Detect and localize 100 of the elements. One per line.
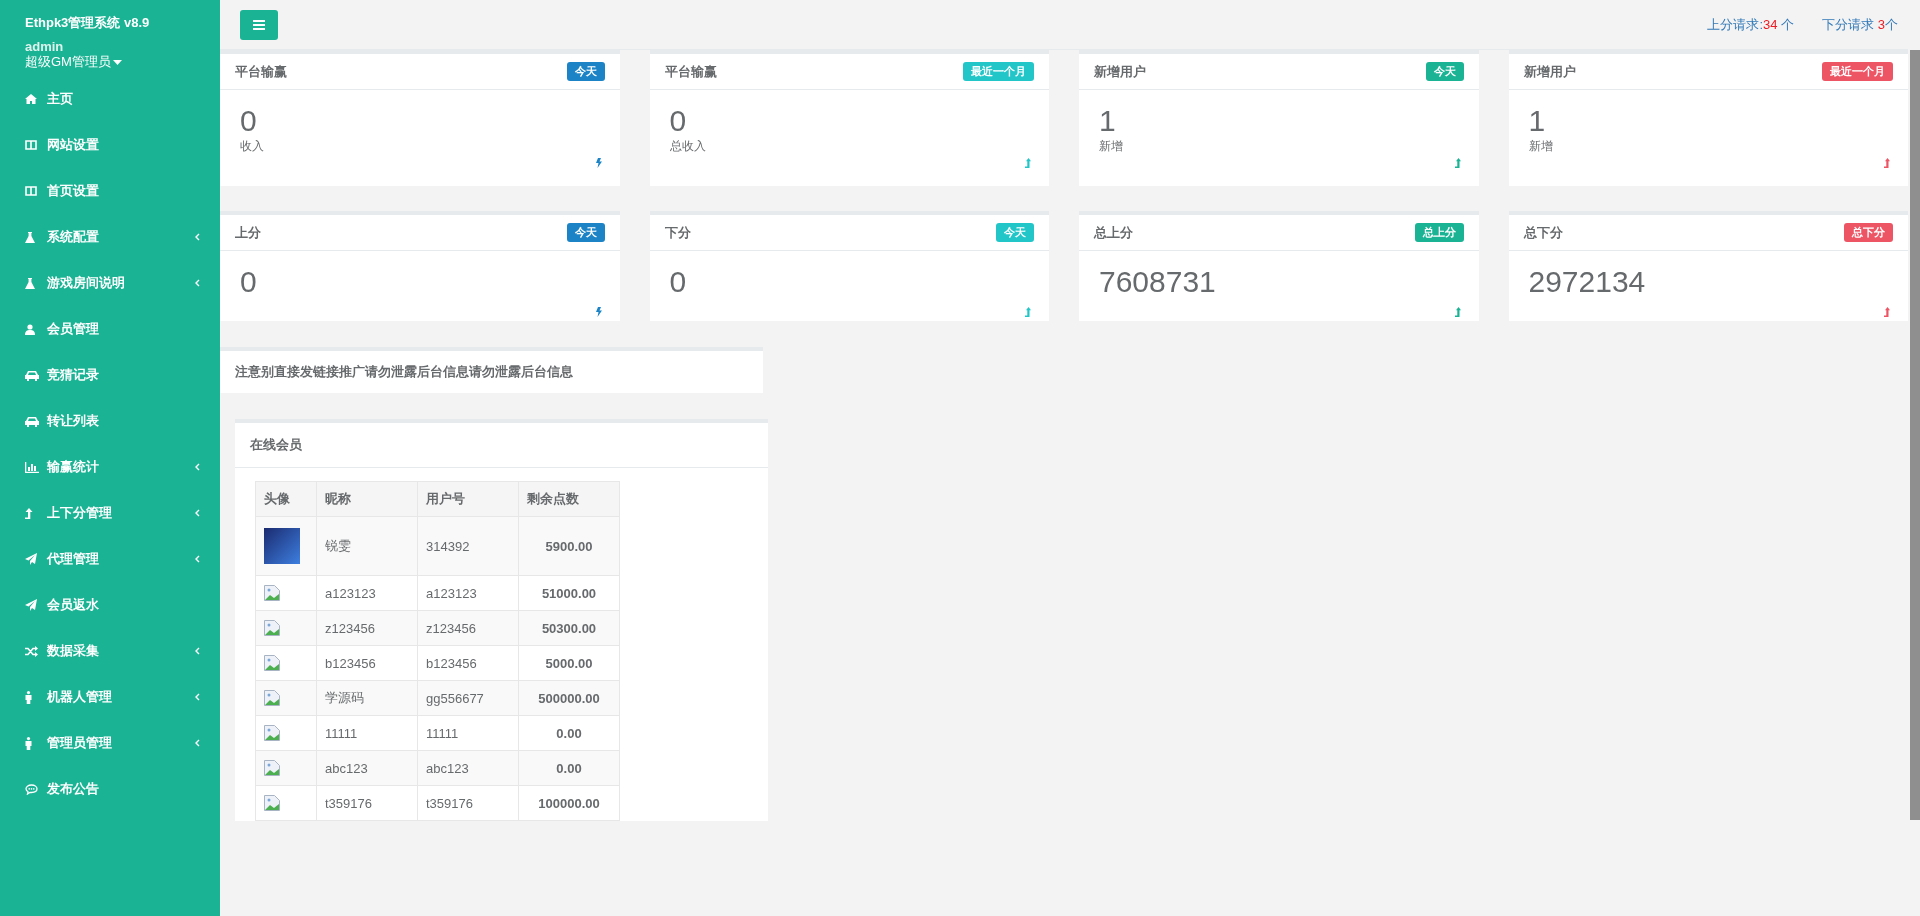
table-cell: 5900.00 (518, 516, 620, 576)
table-cell: 5000.00 (518, 645, 620, 681)
sidebar-item[interactable]: 代理管理 (0, 536, 220, 582)
table-cell: z123456 (417, 610, 519, 646)
sidebar-item[interactable]: 会员管理 (0, 306, 220, 352)
stat-caption: 总收入 (669, 138, 707, 155)
flask-icon (25, 231, 35, 243)
bolt-icon (595, 158, 602, 168)
broken-image-icon (264, 620, 280, 636)
table-cell: 500000.00 (518, 680, 620, 716)
stat-value: 1 (1528, 105, 1547, 137)
sidebar-item[interactable]: 首页设置 (0, 168, 220, 214)
table-cell: a123123 (316, 575, 418, 611)
columns-icon (25, 140, 37, 150)
sidebar-item[interactable]: 游戏房间说明 (0, 260, 220, 306)
user-icon (25, 323, 35, 335)
scrollbar[interactable] (1910, 50, 1920, 820)
stat-value: 0 (240, 266, 258, 298)
sidebar-item[interactable]: 竞猜记录 (0, 352, 220, 398)
sidebar-item[interactable]: 机器人管理 (0, 674, 220, 720)
sidebar-item[interactable]: 会员返水 (0, 582, 220, 628)
broken-image-icon (264, 655, 280, 671)
stat-caption: 收入 (240, 138, 265, 155)
period-badge: 今天 (996, 223, 1034, 242)
flask-icon (25, 277, 35, 289)
stat-value: 0 (240, 105, 258, 137)
period-badge: 最近一个月 (963, 62, 1034, 81)
card-title: 新增用户 (1094, 62, 1146, 81)
level-up-icon (1454, 307, 1461, 317)
broken-image-icon (264, 795, 280, 811)
car-icon (25, 415, 39, 427)
level-up-icon (1454, 158, 1461, 168)
sidebar-item[interactable]: 输赢统计 (0, 444, 220, 490)
broken-image-icon (264, 690, 280, 706)
table-cell: 11111 (316, 715, 418, 751)
level-up-icon (1884, 158, 1890, 168)
table-cell: 51000.00 (518, 575, 620, 611)
table-cell: z123456 (316, 610, 418, 646)
sidebar-item[interactable]: 上下分管理 (0, 490, 220, 536)
card-title: 新增用户 (1523, 62, 1576, 81)
card-title: 平台输赢 (235, 62, 287, 81)
menu-button[interactable] (240, 9, 278, 40)
role-dropdown[interactable]: 超级GM管理员 (25, 54, 122, 70)
period-badge: 总下分 (1844, 223, 1893, 242)
request-link[interactable]: 上分请求:34 个 (1707, 15, 1795, 34)
table-cell: 50300.00 (518, 610, 620, 646)
table-cell: 学源码 (316, 680, 418, 716)
period-badge: 最近一个月 (1822, 62, 1893, 81)
table-cell: 11111 (417, 715, 519, 751)
stat-value: 1 (1099, 105, 1117, 137)
table-cell: b123456 (316, 645, 418, 681)
car-icon (25, 369, 39, 381)
columns-icon (25, 186, 37, 196)
sidebar-item[interactable]: 数据采集 (0, 628, 220, 674)
table-cell: gg556677 (417, 680, 519, 716)
card-title: 下分 (664, 223, 691, 242)
person-icon (25, 690, 32, 704)
menu-icon (253, 19, 265, 30)
sidebar-item[interactable]: 管理员管理 (0, 720, 220, 766)
column-header: 昵称 (316, 481, 418, 517)
sidebar-item[interactable]: 转让列表 (0, 398, 220, 444)
level-up-icon (1025, 307, 1031, 317)
stat-caption: 新增 (1099, 138, 1124, 155)
stat-value: 0 (669, 105, 688, 137)
level-up-icon (25, 507, 33, 519)
period-badge: 今天 (566, 62, 605, 81)
period-badge: 今天 (566, 223, 605, 242)
level-up-icon (1025, 158, 1031, 168)
table-cell: 锐雯 (316, 516, 418, 576)
table-cell: 100000.00 (518, 785, 620, 821)
sidebar-item[interactable]: 发布公告 (0, 766, 220, 812)
comment-icon (25, 783, 38, 795)
table-cell: 0.00 (518, 750, 620, 786)
card-title: 平台输赢 (664, 62, 717, 81)
stat-value: 0 (669, 266, 688, 298)
panel-title: 在线会员 (250, 436, 302, 454)
app-title: Ethpk3管理系统 v8.9 (25, 15, 150, 31)
table-cell: 0.00 (518, 715, 620, 751)
sidebar-item[interactable]: 主页 (0, 76, 220, 122)
table-cell: abc123 (417, 750, 519, 786)
paper-plane-icon (25, 553, 37, 565)
notice-text: 注意别直接发链接推广请勿泄露后台信息请勿泄露后台信息 (235, 363, 573, 381)
shuffle-icon (25, 645, 38, 657)
column-header: 头像 (255, 481, 317, 517)
level-up-icon (1884, 307, 1890, 317)
paper-plane-icon (25, 599, 37, 611)
table-cell: b123456 (417, 645, 519, 681)
sidebar-item[interactable]: 网站设置 (0, 122, 220, 168)
column-header: 剩余点数 (518, 481, 620, 517)
request-link[interactable]: 下分请求 3个 (1822, 15, 1898, 34)
stat-caption: 新增 (1528, 138, 1554, 155)
stat-value: 7608731 (1099, 266, 1217, 298)
stat-value: 2972134 (1528, 266, 1647, 298)
period-badge: 总上分 (1414, 223, 1464, 242)
bolt-icon (595, 307, 602, 317)
sidebar-item[interactable]: 系统配置 (0, 214, 220, 260)
card-title: 总下分 (1523, 223, 1563, 242)
user-name: admin (25, 39, 64, 54)
table-cell: t359176 (316, 785, 418, 821)
broken-image-icon (264, 725, 280, 741)
